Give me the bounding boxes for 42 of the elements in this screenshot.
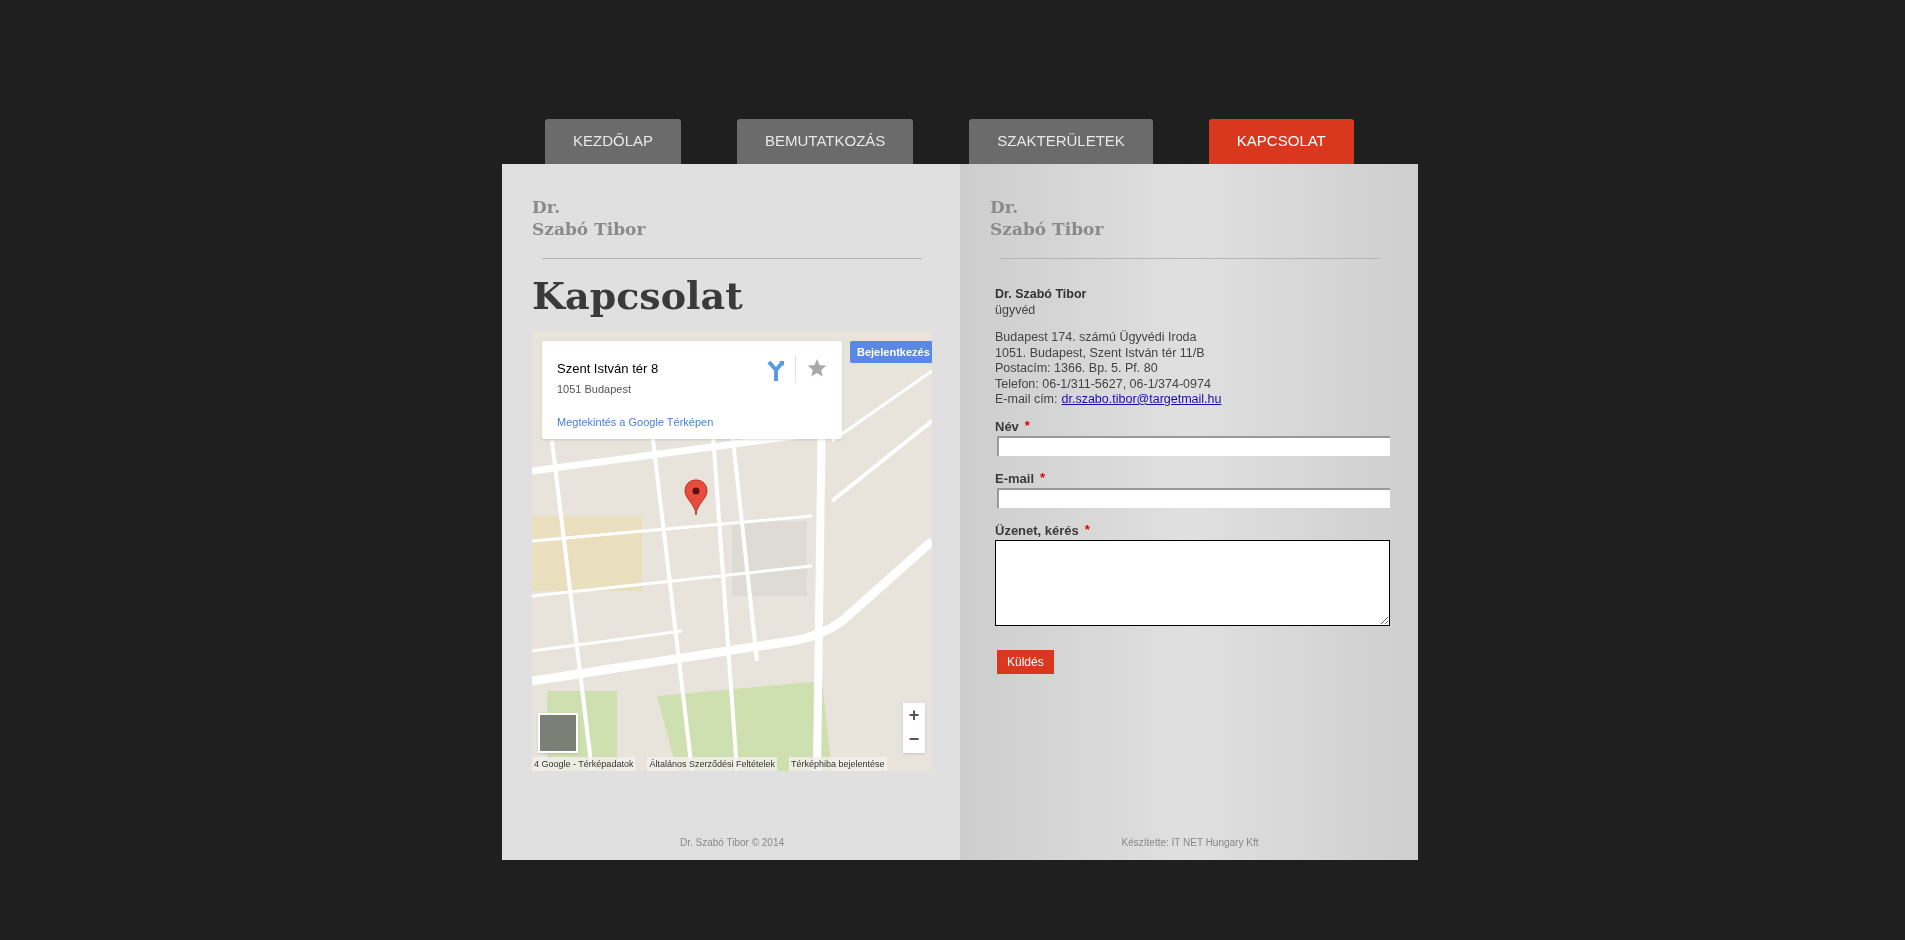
field-label: Üzenet, kérés [995, 521, 1079, 540]
site-name: Dr. [532, 196, 561, 218]
nav-tab[interactable]: SZAKTERÜLETEK [969, 119, 1153, 164]
zoom-out-button[interactable]: − [908, 727, 920, 751]
footer-text: Készítette: IT NET Hungary Kft [1121, 836, 1259, 850]
contact-line: 1051. Budapest, Szent István tér 11/B [995, 345, 1205, 361]
required-mark: * [1024, 417, 1030, 434]
satellite-thumbnail[interactable] [538, 713, 578, 753]
message-textarea[interactable] [995, 539, 1390, 626]
contact-line: Postacím: 1366. Bp. 5. Pf. 80 [995, 361, 1158, 377]
sign-in-button[interactable]: Bejelentkezés [850, 341, 932, 363]
page-heading: Kapcsolat [532, 273, 743, 319]
email-label: E-mail cím: [995, 392, 1058, 408]
footer-text: Dr. Szabó Tibor © 2014 [679, 836, 785, 850]
map-pin-icon [684, 479, 708, 517]
site-name: Dr. [990, 196, 1019, 218]
submit-button[interactable]: Küldés [997, 649, 1054, 674]
field-label: E-mail [995, 469, 1034, 488]
required-mark: * [1084, 521, 1090, 538]
zoom-in-button[interactable]: + [908, 703, 920, 727]
place-address: 1051 Budapest [557, 382, 631, 397]
contact-name: Dr. Szabó Tibor [995, 287, 1087, 303]
text-input[interactable] [997, 435, 1390, 456]
map-link[interactable]: Megtekintés a Google Térképen [557, 414, 714, 431]
required-mark: * [1040, 469, 1046, 486]
nav-tab[interactable]: BEMUTATKOZÁS [737, 119, 914, 164]
directions-icon[interactable] [767, 359, 785, 381]
map-attribution[interactable]: Általános Szerződési Feltételek [647, 757, 777, 771]
nav-tab[interactable]: KEZDŐLAP [545, 119, 682, 164]
contact-role: ügyvéd [995, 302, 1036, 318]
site-name: Szabó Tibor [990, 218, 1104, 240]
map-attribution[interactable]: Térképhiba bejelentése [789, 757, 887, 771]
contact-line: Budapest 174. számú Ügyvédi Iroda [995, 330, 1197, 346]
site-name: Szabó Tibor [532, 218, 646, 240]
place-title: Szent István tér 8 [557, 360, 659, 378]
email-link[interactable]: dr.szabo.tibor@targetmail.hu [1061, 392, 1222, 408]
nav-tab[interactable]: KAPCSOLAT [1208, 119, 1354, 164]
field-label: Név [995, 417, 1019, 436]
text-input[interactable] [997, 487, 1390, 508]
map-attribution[interactable]: 4 Google - Térképadatok [532, 757, 636, 771]
contact-line: Telefon: 06-1/311-5627, 06-1/374-0974 [995, 376, 1211, 392]
star-icon[interactable] [807, 358, 827, 378]
